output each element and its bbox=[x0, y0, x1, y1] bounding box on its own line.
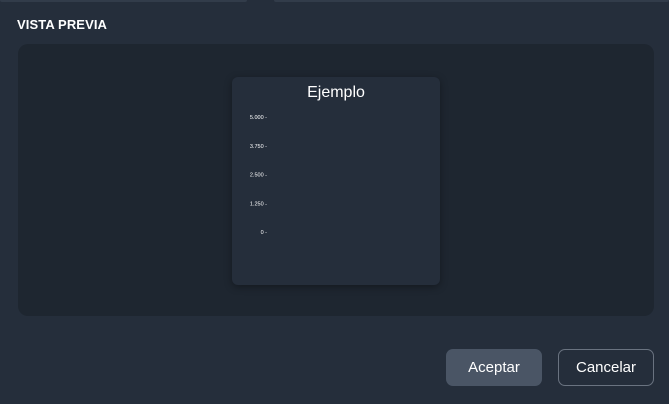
y-tick-label: 5.000 - bbox=[250, 115, 267, 121]
preview-area: Ejemplo 5.000 -3.750 -2.500 -1.250 -0 - bbox=[18, 44, 654, 316]
section-title: VISTA PREVIA bbox=[17, 17, 108, 32]
y-tick-label: 2.500 - bbox=[250, 173, 267, 179]
y-tick-label: 1.250 - bbox=[250, 201, 267, 207]
top-divider bbox=[0, 0, 669, 4]
chart-card: Ejemplo 5.000 -3.750 -2.500 -1.250 -0 - bbox=[232, 77, 440, 285]
tab-indicator-left bbox=[0, 0, 247, 2]
cancel-button[interactable]: Cancelar bbox=[558, 349, 654, 386]
y-tick-label: 3.750 - bbox=[250, 144, 267, 150]
tab-indicator-right bbox=[274, 0, 669, 2]
accept-button[interactable]: Aceptar bbox=[446, 349, 542, 386]
chart-plot: 5.000 - 3.750 - 2.500 - 1.250 - 0 - bbox=[250, 115, 268, 236]
y-tick-label: 0 - bbox=[261, 230, 268, 236]
